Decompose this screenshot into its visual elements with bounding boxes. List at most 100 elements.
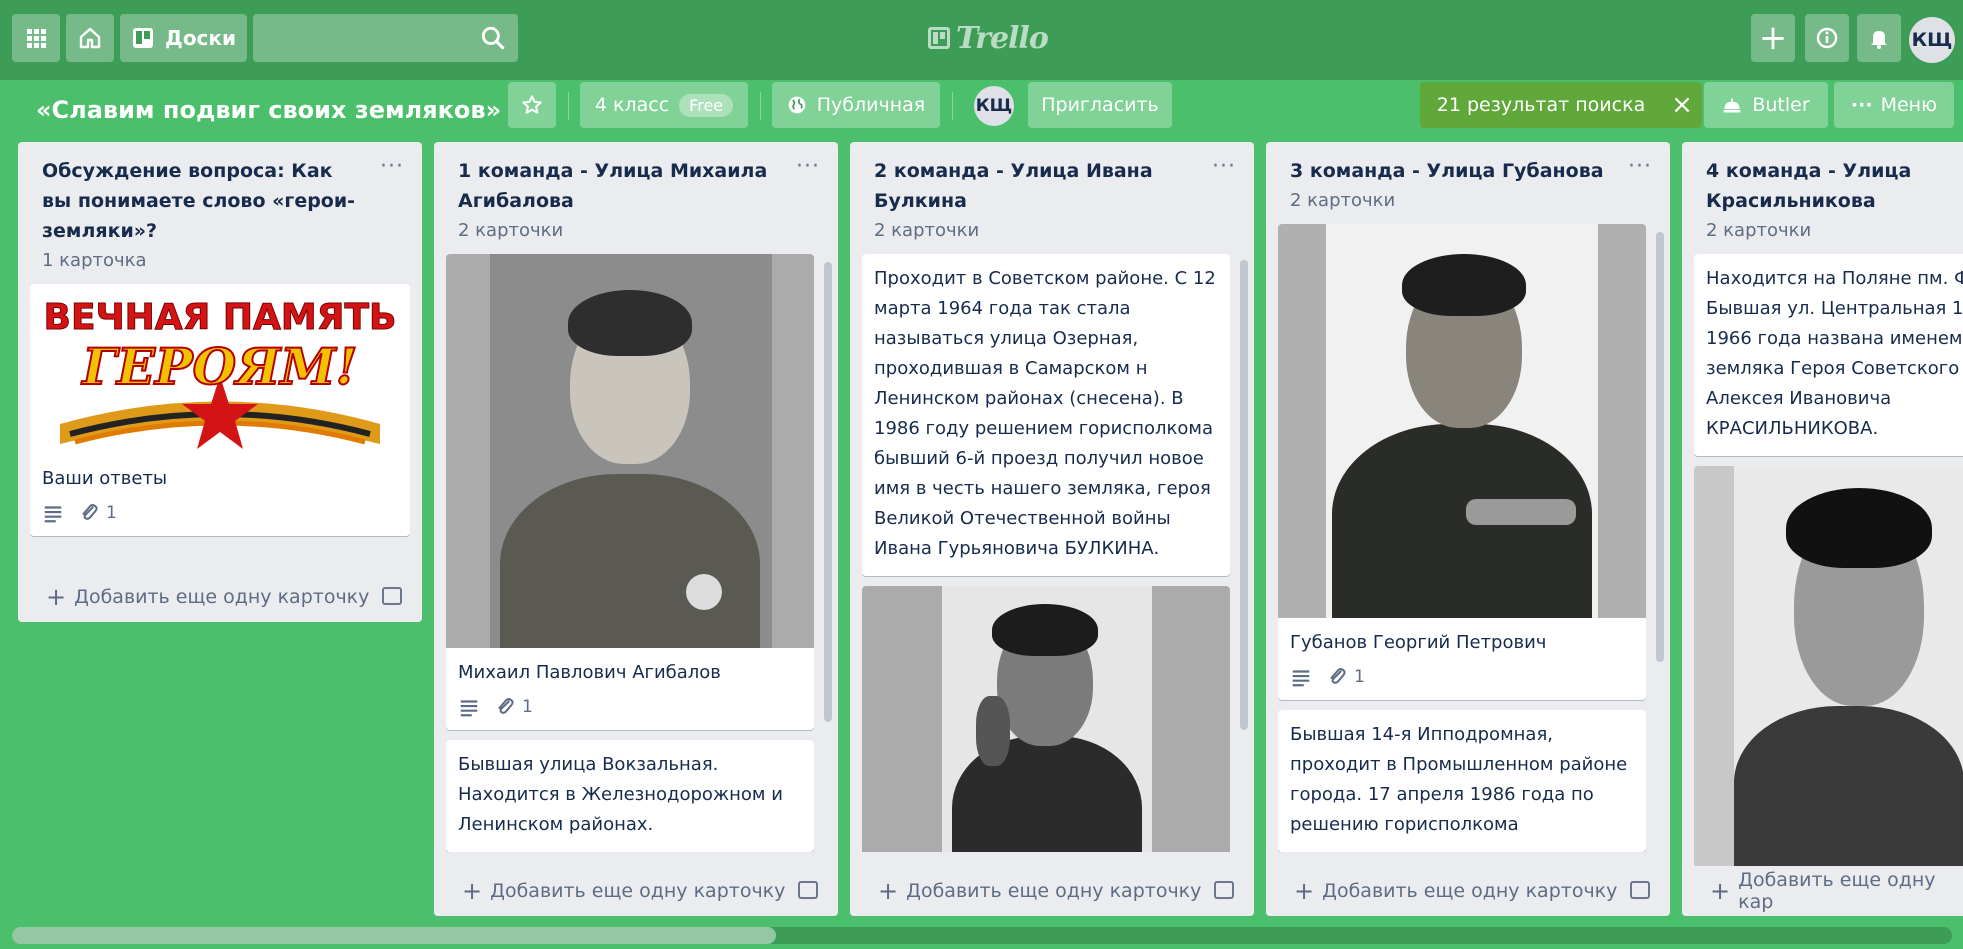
banner-text-1: ВЕЧНАЯ ПАМЯТЬ	[44, 297, 397, 338]
card[interactable]	[1694, 466, 1963, 866]
user-avatar[interactable]: КЩ	[1909, 17, 1955, 63]
search-results-button[interactable]: 21 результат поиска	[1420, 82, 1662, 128]
search-input[interactable]	[253, 14, 518, 62]
list-scrollbar[interactable]	[824, 262, 832, 722]
attachment-count: 1	[1354, 667, 1365, 687]
team-button[interactable]: 4 класс Free	[580, 82, 748, 128]
boards-button[interactable]: Доски	[120, 14, 247, 62]
butler-button[interactable]: Butler	[1704, 82, 1828, 128]
card-template-icon[interactable]	[798, 881, 818, 899]
card[interactable]: Бывшая 14-я Ипподромная, проходит в Пром…	[1278, 710, 1646, 852]
card-title: Михаил Павлович Агибалов	[458, 662, 721, 683]
butler-bell-icon	[1724, 98, 1741, 113]
list-scrollbar[interactable]	[1656, 232, 1664, 662]
card-text: Бывшая 14-я Ипподромная, проходит в Пром…	[1290, 724, 1628, 835]
close-icon: ×	[1671, 90, 1693, 120]
add-card-button[interactable]: + Добавить еще одну карточку	[850, 866, 1254, 916]
list[interactable]: 1 команда - Улица Михаила Агибалова 2 ка…	[434, 142, 838, 916]
card[interactable]: Находится на Поляне пм. Ф Бывшая ул. Цен…	[1694, 254, 1963, 456]
list-card-count: 2 карточки	[1706, 220, 1812, 241]
board-title[interactable]: «Славим подвиг своих земляков»	[36, 88, 501, 132]
card[interactable]	[862, 586, 1230, 852]
paperclip-icon	[498, 698, 514, 714]
list-title[interactable]: 2 команда - Улица Ивана Булкина	[874, 156, 1190, 216]
card[interactable]: ВЕЧНАЯ ПАМЯТЬ ГЕРОЯМ! Ваши ответы 1	[30, 284, 410, 536]
member-avatar[interactable]: КЩ	[974, 86, 1014, 126]
description-icon	[460, 700, 478, 717]
invite-button[interactable]: Пригласить	[1028, 82, 1172, 128]
list[interactable]: 2 команда - Улица Ивана Булкина 2 карточ…	[850, 142, 1254, 916]
card[interactable]: Бывшая улица Вокзальная. Находится в Жел…	[446, 740, 814, 852]
list-card-count: 1 карточка	[42, 250, 147, 271]
trello-logo-text: Trello	[956, 20, 1049, 56]
attachment-badge: 1	[1326, 666, 1365, 688]
clear-search-button[interactable]: ×	[1662, 82, 1702, 128]
card-title: Ваши ответы	[42, 468, 168, 489]
boards-label: Доски	[165, 26, 236, 50]
invite-label: Пригласить	[1041, 94, 1159, 116]
list-card-count: 2 карточки	[874, 220, 980, 241]
add-card-button[interactable]: + Добавить еще одну карточку	[434, 866, 838, 916]
portrait-photo	[490, 254, 772, 648]
card[interactable]: Проходит в Советском районе. С 12 марта …	[862, 254, 1230, 576]
create-button[interactable]: +	[1751, 14, 1795, 62]
star-icon	[522, 95, 542, 114]
list-title[interactable]: 1 команда - Улица Михаила Агибалова	[458, 156, 774, 216]
jacket-shape	[1734, 706, 1963, 866]
plus-icon: +	[462, 877, 483, 905]
apps-grid-icon	[27, 29, 46, 48]
board-horizontal-scrollbar[interactable]	[12, 927, 1952, 944]
add-card-label: Добавить еще одну карточку	[906, 880, 1202, 902]
attachment-badge: 1	[494, 696, 533, 718]
list-menu-button[interactable]: ···	[380, 154, 404, 179]
apps-button[interactable]	[12, 14, 60, 62]
list-title[interactable]: Обсуждение вопроса: Как вы понимаете сло…	[42, 156, 358, 246]
home-icon	[79, 27, 101, 49]
card-text: Бывшая улица Вокзальная. Находится в Жел…	[458, 754, 783, 835]
info-button[interactable]	[1805, 14, 1849, 62]
star-button[interactable]	[508, 82, 556, 128]
notifications-button[interactable]	[1857, 14, 1901, 62]
attachment-count: 1	[522, 697, 533, 717]
plus-icon: +	[878, 877, 899, 905]
list-menu-button[interactable]: ···	[1628, 154, 1652, 179]
portrait-photo	[1326, 224, 1598, 618]
visibility-button[interactable]: Публичная	[772, 82, 940, 128]
plan-badge: Free	[679, 93, 734, 117]
list-scrollbar[interactable]	[1240, 260, 1248, 730]
card[interactable]: Губанов Георгий Петрович 1	[1278, 224, 1646, 700]
scrollbar-thumb[interactable]	[12, 927, 776, 944]
medal-shape	[686, 574, 722, 610]
hair-shape	[568, 290, 692, 356]
add-card-button[interactable]: + Добавить еще одну карточку	[1266, 866, 1670, 916]
card-cover-image	[1694, 466, 1963, 866]
more-icon: ···	[1850, 94, 1873, 116]
team-label: 4 класс	[594, 94, 670, 116]
list-menu-button[interactable]: ···	[796, 154, 820, 179]
add-card-label: Добавить еще одну кар	[1738, 869, 1936, 913]
add-card-button[interactable]: + Добавить еще одну карточку	[18, 572, 422, 622]
menu-button[interactable]: ··· Меню	[1834, 82, 1954, 128]
list[interactable]: 4 команда - Улица Красильникова 2 карточ…	[1682, 142, 1963, 916]
list-title[interactable]: 4 команда - Улица Красильникова	[1706, 156, 1939, 216]
list-title[interactable]: 3 команда - Улица Губанова	[1290, 156, 1606, 186]
home-button[interactable]	[66, 14, 114, 62]
card-template-icon[interactable]	[382, 587, 402, 605]
card-template-icon[interactable]	[1214, 881, 1234, 899]
list-menu-button[interactable]: ···	[1212, 154, 1236, 179]
trello-logo[interactable]: Trello	[928, 16, 1049, 60]
menu-label: Меню	[1880, 94, 1938, 116]
list[interactable]: Обсуждение вопроса: Как вы понимаете сло…	[18, 142, 422, 622]
card-title: Губанов Георгий Петрович	[1290, 632, 1547, 653]
hair-shape	[1786, 488, 1932, 568]
divider	[568, 92, 569, 120]
list-card-count: 2 карточки	[1290, 190, 1396, 211]
list[interactable]: 3 команда - Улица Губанова 2 карточки ··…	[1266, 142, 1670, 916]
add-card-button[interactable]: + Добавить еще одну кар	[1682, 866, 1963, 916]
card[interactable]: Михаил Павлович Агибалов 1	[446, 254, 814, 730]
top-header: Доски Trello + КЩ	[0, 0, 1963, 80]
trello-logo-icon	[928, 27, 950, 49]
card-template-icon[interactable]	[1630, 881, 1650, 899]
card-text: Проходит в Советском районе. С 12 марта …	[874, 268, 1216, 559]
butler-label: Butler	[1752, 94, 1810, 116]
